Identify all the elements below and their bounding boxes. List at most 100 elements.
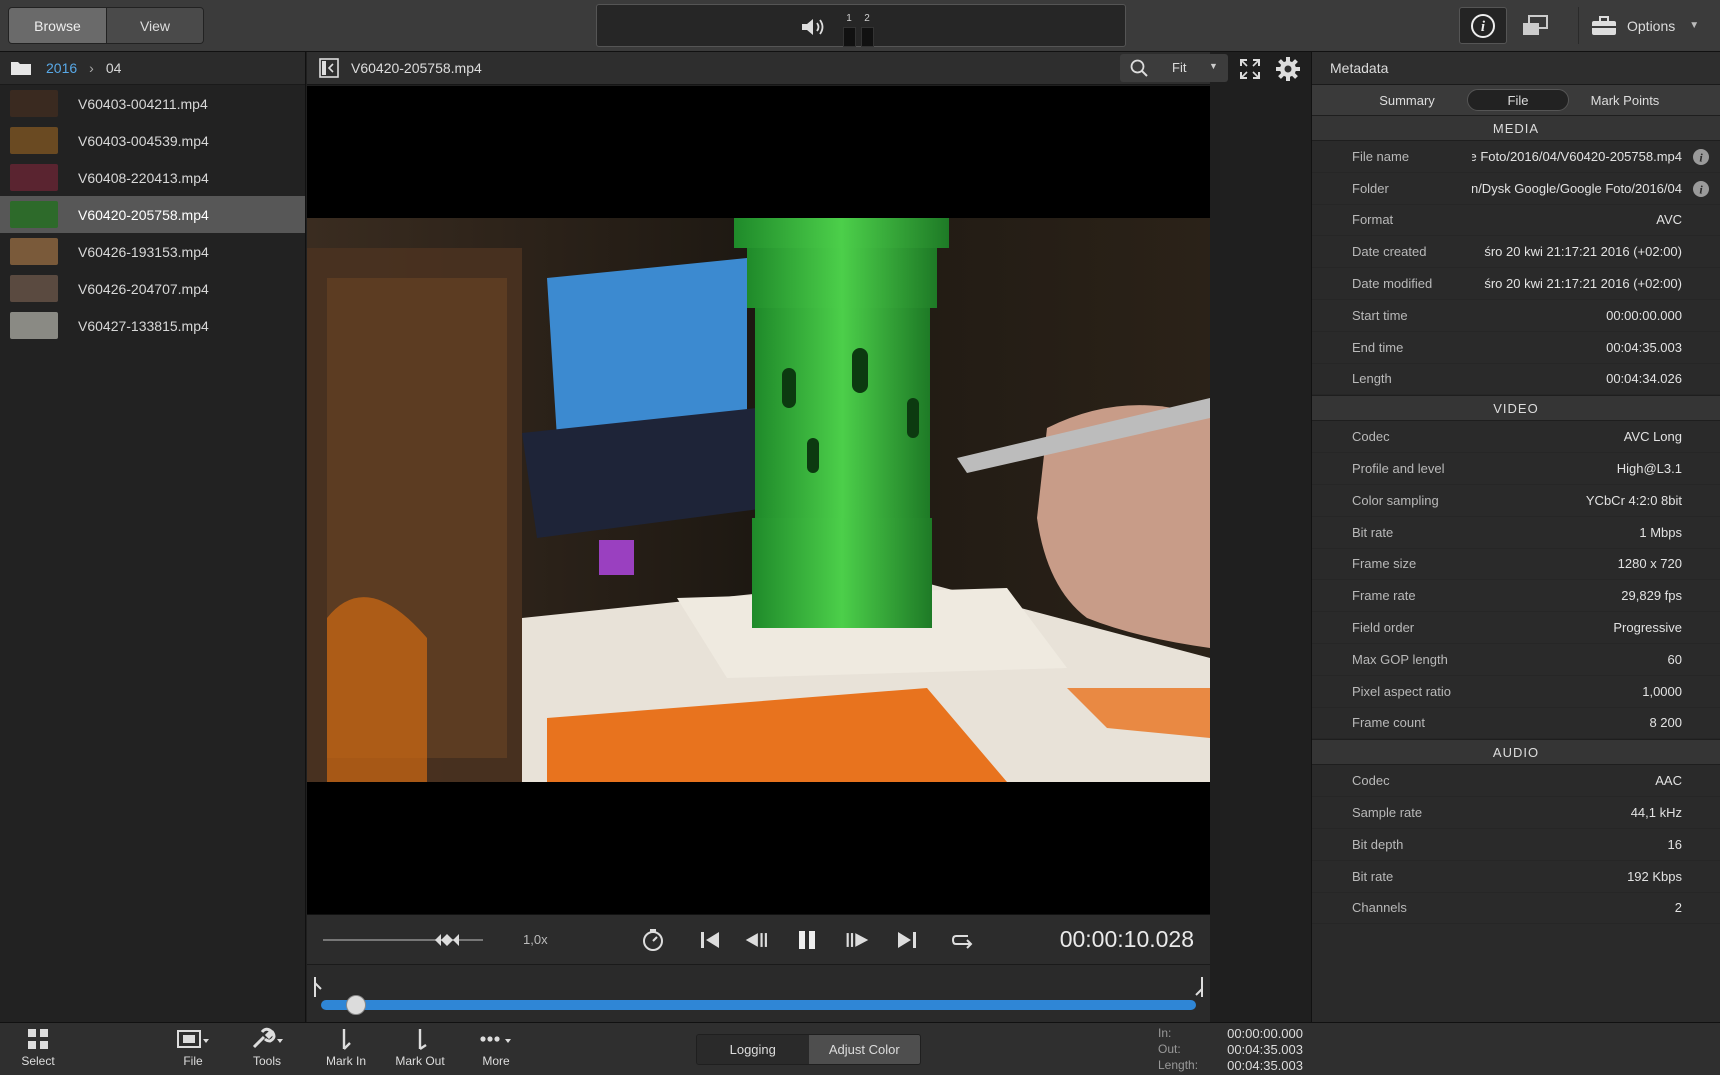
options-menu[interactable]: Options ▼ <box>1578 7 1713 44</box>
more-button[interactable]: More <box>461 1027 531 1075</box>
metadata-value: 2 <box>1674 900 1682 916</box>
chevron-down-icon: ▼ <box>1689 20 1700 31</box>
metadata-key: Date modified <box>1352 276 1433 292</box>
breadcrumb-year[interactable]: 2016 <box>46 60 77 76</box>
metadata-row: File name e Foto/2016/04/V60420-205758.mp… <box>1312 141 1720 173</box>
audio-meter-panel: 1 2 <box>596 4 1126 47</box>
metadata-row: Max GOP length 60 <box>1312 644 1720 676</box>
info-button[interactable]: i <box>1459 7 1507 44</box>
video-thumbnail <box>10 238 58 265</box>
window-layout-button[interactable] <box>1517 10 1553 42</box>
metadata-value: AVC Long <box>1623 429 1682 445</box>
file-browser-panel: 2016 › 04 V60403-004211.mp4 V60403-004539… <box>0 52 306 1022</box>
metadata-value: 16 <box>1667 836 1682 852</box>
file-list-item[interactable]: V60403-004539.mp4 <box>0 122 305 159</box>
file-list-item[interactable]: V60420-205758.mp4 <box>0 196 305 233</box>
tools-menu-button[interactable]: Tools <box>232 1027 302 1075</box>
metadata-key: Max GOP length <box>1352 651 1448 667</box>
metadata-row: Bit rate 1 Mbps <box>1312 517 1720 549</box>
tab-summary[interactable]: Summary <box>1362 89 1452 111</box>
mark-out-button[interactable]: Mark Out <box>385 1027 455 1075</box>
video-frame-image <box>307 218 1210 782</box>
section-header-video: VIDEO <box>1312 395 1720 422</box>
timeline-track[interactable] <box>321 1000 1196 1010</box>
tab-mark-points[interactable]: Mark Points <box>1574 89 1676 111</box>
file-name: V60403-004211.mp4 <box>78 95 208 112</box>
video-viewer[interactable] <box>307 86 1210 914</box>
file-list-item[interactable]: V60403-004211.mp4 <box>0 85 305 122</box>
zoom-control[interactable]: Fit ▼ <box>1120 54 1228 82</box>
metadata-row: Codec AVC Long <box>1312 421 1720 454</box>
mode-switch: Browse View <box>8 7 204 44</box>
metadata-row: Bit rate 192 Kbps <box>1312 861 1720 893</box>
metadata-row: Date modified śro 20 kwi 21:17:21 2016 (+… <box>1312 268 1720 300</box>
file-list-item[interactable]: V60426-204707.mp4 <box>0 270 305 307</box>
mark-in-button[interactable]: Mark In <box>311 1027 381 1075</box>
mark-in-icon <box>342 1029 351 1050</box>
step-forward-icon[interactable] <box>844 928 870 952</box>
breadcrumb: 2016 › 04 <box>0 52 305 85</box>
step-back-icon[interactable] <box>744 928 770 952</box>
browse-tab[interactable]: Browse <box>9 8 106 43</box>
metadata-row: Date created śro 20 kwi 21:17:21 2016 (+0… <box>1312 236 1720 269</box>
metadata-value: 1280 x 720 <box>1617 556 1682 572</box>
timer-icon[interactable] <box>640 928 666 952</box>
metadata-value: 1 Mbps <box>1639 524 1682 540</box>
more-icon <box>480 1036 511 1043</box>
metadata-row: Channels 2 <box>1312 893 1720 925</box>
metadata-row: Length 00:04:34.026 <box>1312 364 1720 396</box>
metadata-value: 1,0000 <box>1642 683 1682 699</box>
collapse-panel-icon[interactable] <box>319 58 339 78</box>
loop-icon[interactable] <box>950 928 976 952</box>
metadata-value: śro 20 kwi 21:17:21 2016 (+02:00) <box>1484 276 1682 292</box>
video-thumbnail <box>10 90 58 117</box>
file-list-item[interactable]: V60427-133815.mp4 <box>0 307 305 344</box>
select-button[interactable]: Select <box>3 1027 73 1075</box>
metadata-key: Sample rate <box>1352 805 1423 821</box>
file-menu-button[interactable]: File <box>158 1027 228 1075</box>
mode-selector: Logging Adjust Color <box>696 1034 921 1065</box>
pause-icon[interactable] <box>794 928 820 952</box>
metadata-key: Bit rate <box>1352 868 1394 884</box>
metadata-value: AVC <box>1656 212 1682 228</box>
mark-out-icon <box>418 1029 427 1050</box>
viewer-header: V60420-205758.mp4 Fit ▼ <box>307 52 1300 85</box>
tab-file[interactable]: File <box>1467 89 1569 111</box>
adjust-color-button[interactable]: Adjust Color <box>808 1035 920 1064</box>
tools-label: Tools <box>252 1054 281 1068</box>
shuttle-slider[interactable] <box>323 930 483 950</box>
length-label: Length: <box>1158 1058 1199 1072</box>
metadata-row: Frame count 8 200 <box>1312 708 1720 740</box>
channel-1-meter <box>843 27 856 47</box>
file-list-item[interactable]: V60426-193153.mp4 <box>0 233 305 270</box>
playhead-handle[interactable] <box>346 995 366 1015</box>
metadata-key: Codec <box>1352 773 1390 789</box>
windows-icon <box>1523 15 1548 35</box>
info-icon[interactable]: i <box>1692 180 1710 198</box>
metadata-value: 192 Kbps <box>1627 868 1682 884</box>
gear-icon[interactable] <box>1275 56 1301 82</box>
file-name: V60403-004539.mp4 <box>78 132 209 149</box>
metadata-sections: MEDIA File name e Foto/2016/04/V60420-2057… <box>1312 115 1720 925</box>
wrench-icon <box>252 1027 283 1049</box>
file-list-item[interactable]: V60408-220413.mp4 <box>0 159 305 196</box>
metadata-key: Channels <box>1352 900 1407 916</box>
logging-button[interactable]: Logging <box>697 1035 809 1064</box>
fullscreen-icon[interactable] <box>1239 58 1261 80</box>
metadata-key: Frame rate <box>1352 588 1416 604</box>
timeline-scrubber[interactable] <box>307 964 1210 1022</box>
go-to-start-icon[interactable] <box>697 928 723 952</box>
view-tab[interactable]: View <box>106 8 203 43</box>
metadata-row: Bit depth 16 <box>1312 829 1720 861</box>
mark-in-flag-icon <box>314 977 322 997</box>
metadata-row: Codec AAC <box>1312 765 1720 798</box>
go-to-end-icon[interactable] <box>894 928 920 952</box>
speaker-icon[interactable] <box>800 17 828 37</box>
channel-2-meter <box>861 27 874 47</box>
info-icon[interactable]: i <box>1692 148 1710 166</box>
metadata-value: 00:04:35.003 <box>1606 339 1682 355</box>
metadata-panel: Metadata Summary File Mark Points MEDIA F… <box>1311 52 1720 1022</box>
metadata-value: AAC <box>1655 773 1682 789</box>
more-label: More <box>482 1054 510 1068</box>
file-name: V60426-193153.mp4 <box>78 243 209 260</box>
